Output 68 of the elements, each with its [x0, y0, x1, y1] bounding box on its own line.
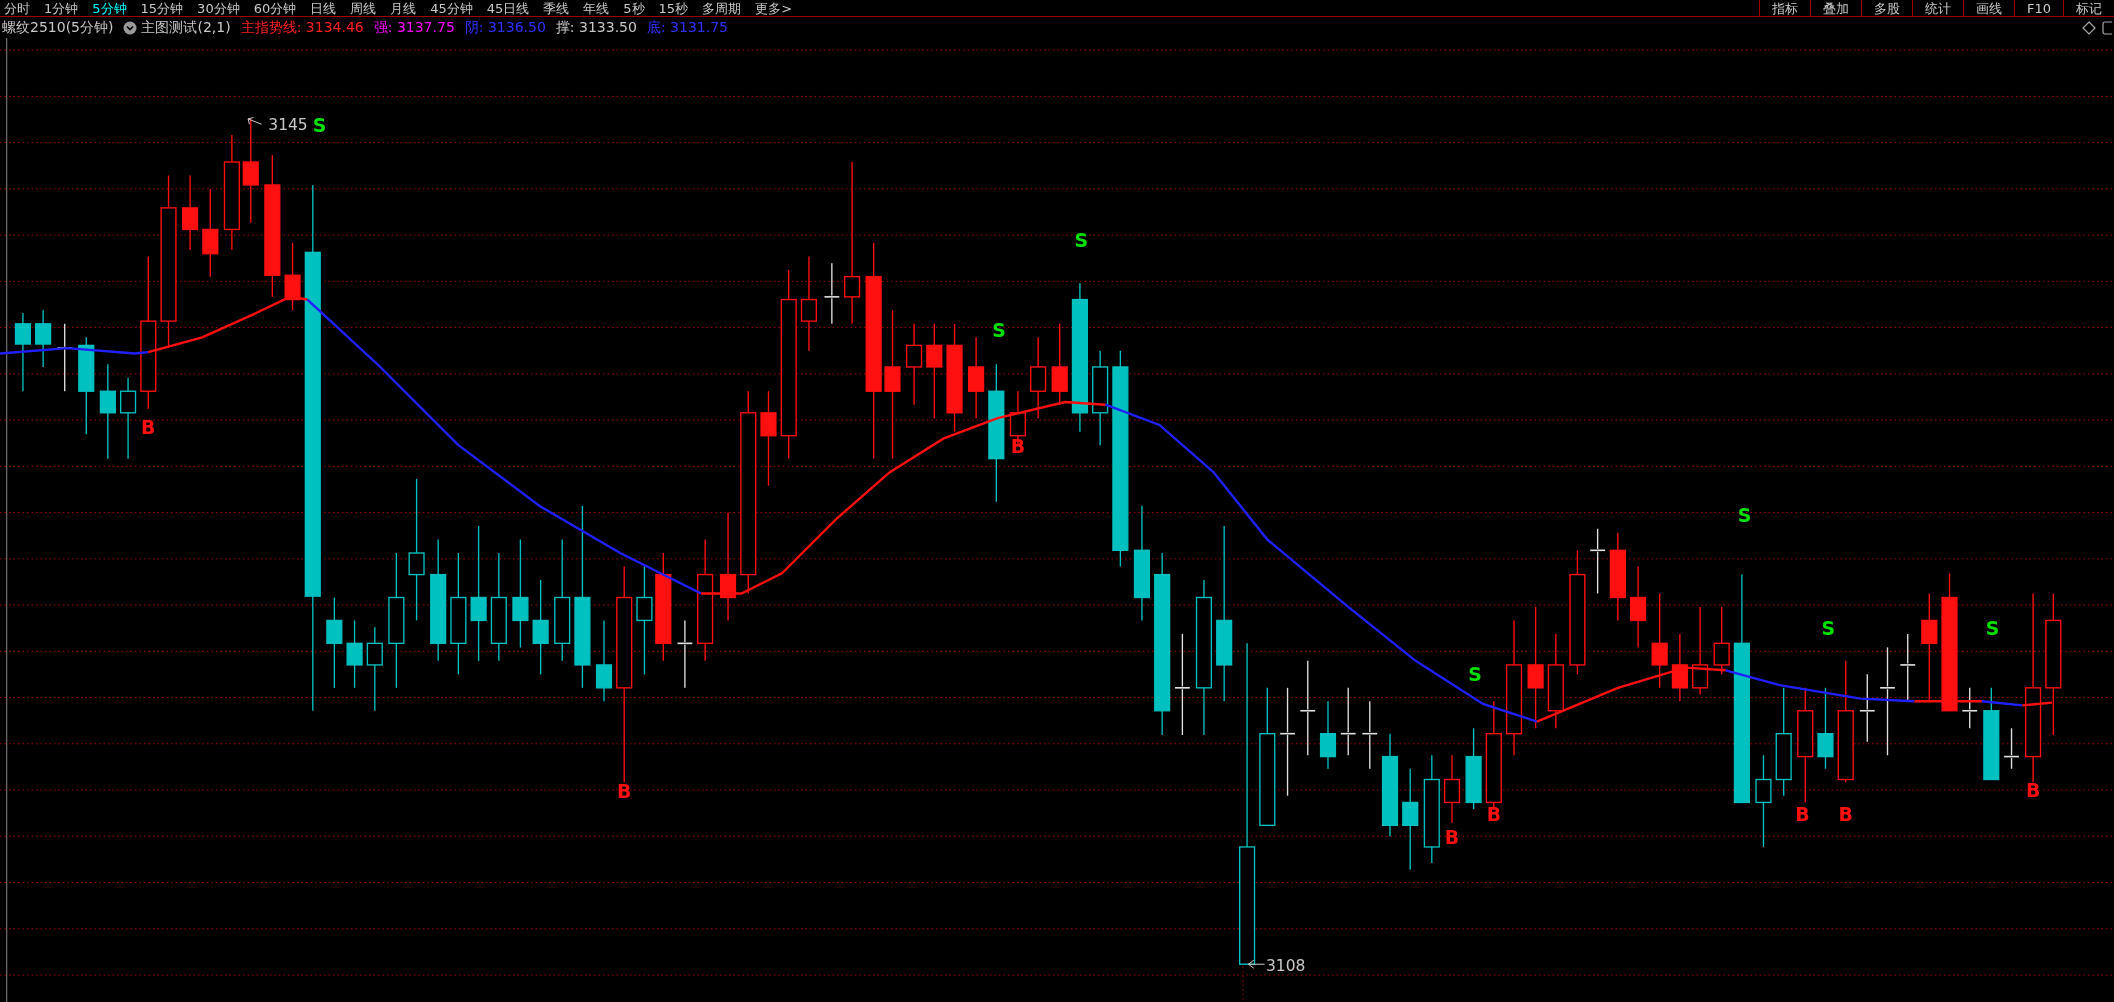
- period-tab[interactable]: 年线: [583, 1, 610, 15]
- candlestick: [1443, 754, 1461, 824]
- candlestick: [35, 309, 52, 368]
- candlestick: [676, 619, 694, 689]
- buy-signal-label: B: [617, 780, 632, 803]
- candlestick: [1589, 528, 1606, 595]
- indicator-reading: 底: 3131.75: [646, 18, 728, 38]
- symbol-label: 螺纹2510(5分钟): [2, 18, 114, 38]
- period-tab[interactable]: 多周期: [702, 1, 742, 15]
- period-tab[interactable]: 更多>: [755, 1, 793, 15]
- period-tab[interactable]: 45日线: [486, 1, 530, 15]
- sell-signal-label: S: [1821, 617, 1835, 640]
- candlestick: [2003, 727, 2020, 770]
- sell-signal-label: S: [1074, 229, 1089, 251]
- indicator-name: 主图测试(2,1): [141, 18, 231, 38]
- toolbar-button[interactable]: 标记: [2063, 0, 2114, 17]
- candlestick: [823, 262, 841, 325]
- buy-signal-label: B: [1795, 803, 1810, 826]
- toolbar-button[interactable]: 画线: [1962, 0, 2014, 17]
- diamond-icon[interactable]: [2082, 20, 2096, 35]
- candlestick: [1671, 633, 1688, 703]
- pointer-arrow-icon: [247, 117, 263, 125]
- toolbar-button[interactable]: 统计: [1911, 0, 1963, 17]
- period-tab[interactable]: 周线: [350, 1, 377, 15]
- period-tab[interactable]: 季线: [543, 1, 570, 15]
- toolbar-button[interactable]: 指标: [1758, 0, 1810, 17]
- buy-signal-label: B: [1838, 803, 1853, 826]
- toolbar-button[interactable]: 叠加: [1809, 0, 1861, 17]
- candlestick: [1859, 673, 1876, 743]
- period-tab[interactable]: 1分钟: [44, 1, 79, 15]
- indicator-reading: 撑: 3133.50: [555, 18, 637, 38]
- period-tab[interactable]: 5分钟: [92, 1, 127, 15]
- indicator-reading: 强: 3137.75: [373, 18, 455, 38]
- indicator-reading: 主指势线: 3134.46: [240, 18, 364, 38]
- sell-signal-label: S: [1737, 504, 1752, 527]
- candlestick: [284, 242, 301, 312]
- period-tab[interactable]: 日线: [310, 1, 337, 15]
- period-tab[interactable]: 15秒: [658, 1, 689, 15]
- candlestick: [1961, 687, 1978, 729]
- candlestick: [1319, 700, 1337, 770]
- buy-signal-label: B: [1486, 803, 1501, 826]
- buy-signal-label: B: [141, 416, 156, 439]
- period-tab[interactable]: 45分钟: [430, 1, 473, 15]
- toolbar-button[interactable]: 多股: [1860, 0, 1912, 17]
- toolbar-button[interactable]: F10: [2013, 0, 2063, 17]
- period-tab[interactable]: 15分钟: [140, 1, 184, 15]
- period-tab[interactable]: 30分钟: [197, 1, 240, 15]
- candlestick: [1340, 687, 1357, 756]
- buy-signal-label: B: [1444, 826, 1460, 849]
- sell-signal-label: S: [1985, 617, 2000, 640]
- period-tab[interactable]: 5秒: [623, 1, 645, 15]
- price-label: 3108: [1265, 957, 1306, 975]
- pointer-arrow-icon: [1247, 959, 1266, 969]
- candlestick: [346, 619, 363, 689]
- dropdown-icon[interactable]: [123, 20, 138, 35]
- buy-signal-label: B: [1010, 435, 1026, 458]
- indicator-reading: 阴: 3136.50: [464, 18, 546, 38]
- sell-signal-label: S: [1468, 663, 1482, 686]
- sell-signal-label: S: [312, 114, 327, 137]
- period-tab[interactable]: 分时: [4, 1, 30, 15]
- period-tab[interactable]: 60分钟: [253, 1, 297, 15]
- price-label: 3145: [268, 115, 308, 134]
- candlestick: [1713, 606, 1730, 676]
- candlestick: [1899, 633, 1916, 703]
- buy-signal-label: B: [2025, 779, 2041, 802]
- sell-signal-label: S: [992, 319, 1006, 342]
- candlestick: [1361, 700, 1378, 770]
- period-tab[interactable]: 月线: [390, 1, 417, 15]
